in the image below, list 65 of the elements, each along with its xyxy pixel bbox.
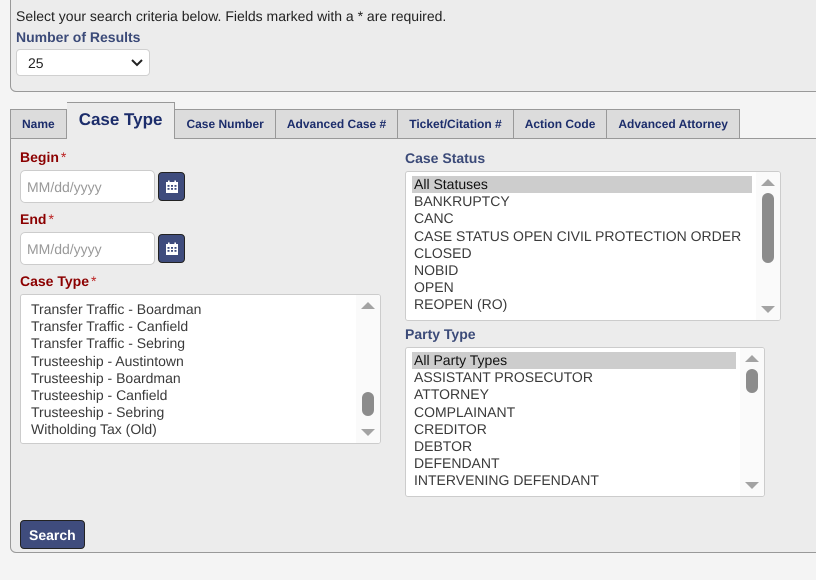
list-option[interactable]: DEBTOR (412, 438, 736, 456)
scroll-thumb[interactable] (746, 369, 758, 393)
list-option[interactable]: CASE STATUS OPEN CIVIL PROTECTION ORDER (412, 228, 752, 245)
tab[interactable]: Advanced Case # (276, 109, 398, 138)
list-option[interactable]: OPEN (412, 279, 752, 296)
scroll-down-icon[interactable] (360, 428, 376, 438)
tab[interactable]: Ticket/Citation # (398, 109, 514, 138)
required-mark: * (60, 149, 66, 165)
required-mark: * (91, 273, 96, 289)
list-option[interactable]: Transfer Traffic - Boardman (29, 301, 352, 318)
list-option[interactable]: Trusteeship - Sebring (29, 404, 352, 422)
date-field[interactable]: MM/dd/yyyy (20, 232, 155, 265)
scrollbar[interactable] (740, 348, 764, 496)
list-option[interactable]: Transfer Traffic - Canfield (29, 318, 352, 336)
calendar-icon (164, 242, 178, 256)
scroll-up-icon[interactable] (360, 300, 376, 310)
scroll-down-icon[interactable] (744, 481, 760, 491)
list-option[interactable]: Witholding Tax (Old) (29, 421, 352, 439)
scrollbar[interactable] (756, 172, 780, 320)
results-label: Number of Results (16, 29, 142, 45)
scroll-up-icon[interactable] (744, 353, 760, 363)
list-option[interactable]: All Party Types (412, 352, 736, 370)
scroll-thumb[interactable] (762, 193, 774, 263)
list-option[interactable]: REOPEN (RO) (412, 296, 752, 314)
results-select[interactable]: 25 (16, 49, 150, 76)
list-option[interactable]: Trusteeship - Boardman (29, 370, 352, 388)
list-option[interactable]: INTERVENING DEFENDANT (412, 472, 736, 490)
tab[interactable]: Case Number (175, 109, 276, 138)
list-option[interactable]: BANKRUPTCY (412, 193, 752, 210)
party-type-label: Party Type (405, 326, 477, 342)
list-option[interactable]: COMPLAINANT (412, 404, 736, 421)
search-button[interactable]: Search (20, 520, 85, 549)
list-option[interactable]: Transfer Traffic - Sebring (29, 335, 352, 353)
case-status-label: Case Status (405, 150, 486, 166)
calendar-button[interactable] (158, 172, 185, 201)
list-option[interactable]: All Statuses (412, 176, 752, 194)
scroll-down-icon[interactable] (760, 305, 776, 315)
tab[interactable]: Advanced Attorney (607, 109, 740, 138)
calendar-button[interactable] (158, 234, 185, 263)
case-type-label: Case Type (20, 273, 89, 289)
list-option[interactable]: CREDITOR (412, 420, 736, 438)
tab[interactable]: Action Code (514, 109, 608, 138)
scroll-up-icon[interactable] (760, 177, 776, 187)
list-option[interactable]: CANC (412, 210, 752, 228)
tab[interactable]: Case Type (66, 102, 176, 139)
list-option[interactable]: DEFENDANT (412, 455, 736, 472)
required-mark: * (48, 211, 54, 227)
date-label: End (20, 211, 46, 227)
case-status-listbox[interactable]: All Statuses BANKRUPTCY CANC CASE STATUS OPEN CIVIL PROTECTION ORDER CLOSED NOBID OPEN REOPEN (RO) (405, 171, 781, 321)
list-option[interactable]: CLOSED (412, 244, 752, 262)
tab[interactable]: Name (10, 109, 67, 138)
scroll-thumb[interactable] (362, 392, 374, 416)
calendar-icon (164, 180, 178, 194)
scrollbar[interactable] (356, 295, 380, 443)
case-type-listbox[interactable]: Transfer Traffic - Boardman Transfer Traffic - Canfield Transfer Traffic - Sebring Trusteeship - Austintown Trusteeship - Boardman Trusteeship - Canfield Trusteeship - Sebring Witholding Tax (Old) (20, 294, 381, 444)
party-type-listbox[interactable]: All Party Types ASSISTANT PROSECUTOR ATTORNEY COMPLAINANT CREDITOR DEBTOR DEFENDANT INTERVENING DEFENDANT (405, 347, 765, 497)
list-option[interactable]: ATTORNEY (412, 386, 736, 404)
list-option[interactable]: Trusteeship - Austintown (29, 352, 352, 370)
date-field[interactable]: MM/dd/yyyy (20, 170, 155, 203)
date-label: Begin (20, 149, 59, 165)
list-option[interactable]: ASSISTANT PROSECUTOR (412, 369, 736, 386)
chevron-down-icon (131, 58, 143, 66)
list-option[interactable]: Trusteeship - Canfield (29, 387, 352, 404)
list-option[interactable]: NOBID (412, 262, 752, 280)
instructions-text: Select your search criteria below. Fields marked with a * are required. (16, 8, 448, 24)
